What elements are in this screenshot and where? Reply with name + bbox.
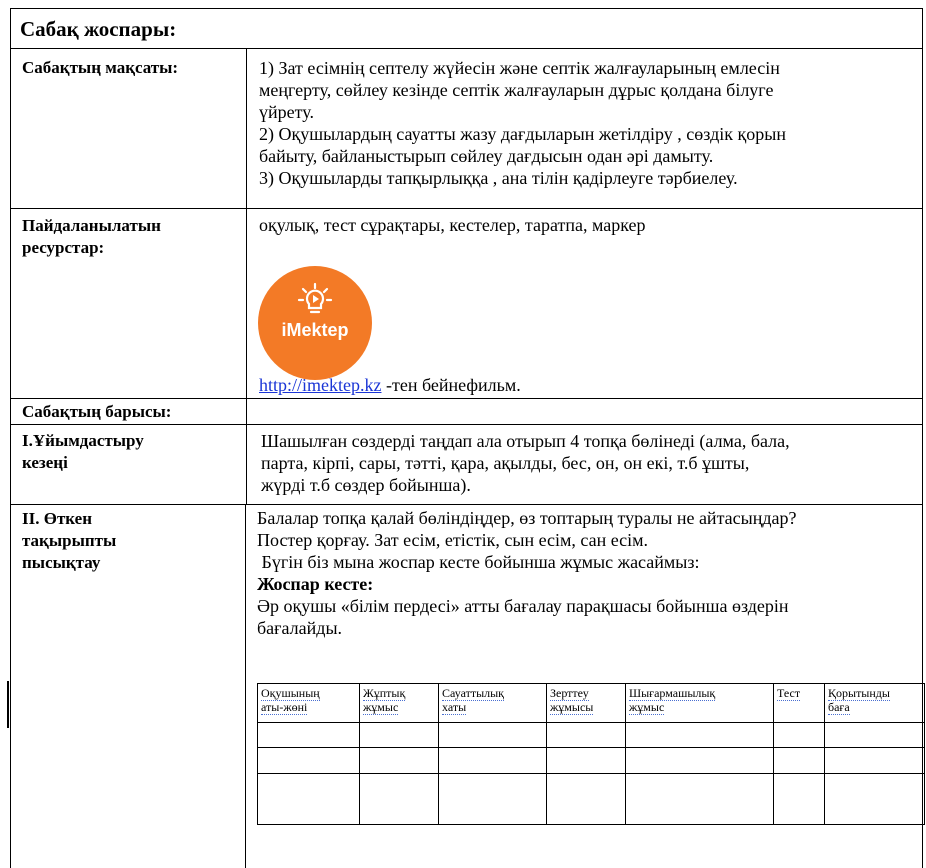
resources-text: оқулық, тест сұрақтары, кестелер, таратп… [259, 215, 646, 235]
objectives-text: 1) Зат есімнің септелу жүйесін және септ… [259, 57, 786, 189]
review-label: II. Өткен тақырыпты пысықтау [22, 509, 117, 572]
assessment-table: Оқушының аты-жөні Жұптық жұмыс Сауаттылық х… [257, 683, 925, 825]
table-cell[interactable] [773, 722, 825, 748]
page-title: Сабақ жоспары: [20, 17, 177, 41]
logo-text: iMektep [281, 320, 349, 340]
table-cell[interactable] [257, 722, 360, 748]
lightbulb-play-icon [297, 282, 333, 314]
text-line: Әр оқушы «білім пердесі» атты бағалау па… [257, 596, 789, 616]
row-divider [10, 504, 923, 505]
table-cell[interactable] [257, 747, 360, 774]
table-row [257, 747, 925, 774]
resources-label: Пайдаланылатын ресурстар: [22, 216, 161, 257]
table-row [257, 773, 925, 825]
header-cell: Сауаттылық хаты [438, 683, 547, 723]
table-cell[interactable] [824, 722, 925, 748]
table-cell[interactable] [546, 773, 626, 825]
text-line: 2) Оқушылардың сауатты жазу дағдыларын ж… [259, 124, 786, 144]
table-cell[interactable] [438, 747, 547, 774]
header-cell: Оқушының аты-жөні [257, 683, 360, 723]
text-line: меңгерту, сөйлеу кезінде септік жалғаула… [259, 80, 774, 100]
header-cell: Жұптық жұмыс [359, 683, 439, 723]
text-line: Шашылған сөздерді таңдап ала отырып 4 то… [261, 431, 790, 451]
progress-label: Сабақтың барысы: [22, 402, 172, 421]
table-cell[interactable] [773, 747, 825, 774]
table-row [257, 722, 925, 748]
text-line: 3) Оқушыларды тапқырлыққа , ана тілін қа… [259, 168, 738, 188]
header-cell: Тест [773, 683, 825, 723]
resources-link-line: http://imektep.kz -тен бейнефильм. [259, 374, 521, 396]
imektep-link[interactable]: http://imektep.kz [259, 375, 381, 395]
table-header-row: Оқушының аты-жөні Жұптық жұмыс Сауаттылық х… [257, 683, 925, 723]
column-divider [246, 48, 247, 504]
table-cell[interactable] [824, 773, 925, 825]
text-line: Балалар топқа қалай бөліндіңдер, өз топт… [257, 508, 797, 528]
header-cell: Шығармашылық жұмыс [625, 683, 774, 723]
margin-marker [7, 681, 9, 728]
text-line: жүрді т.б сөздер бойынша). [261, 475, 471, 495]
column-divider [245, 504, 246, 868]
row-divider [10, 48, 923, 49]
text-line: байыту, байланыстырып сөйлеу дағдысын од… [259, 146, 714, 166]
text-line: парта, кірпі, сары, тәтті, қара, ақылды,… [261, 453, 750, 473]
header-cell: Қорытынды баға [824, 683, 925, 723]
organization-label: I.Ұйымдастыру кезеңі [22, 431, 144, 472]
table-cell[interactable] [773, 773, 825, 825]
row-divider [10, 398, 923, 399]
table-cell[interactable] [625, 773, 774, 825]
text-line: үйрету. [259, 102, 314, 122]
table-cell[interactable] [438, 773, 547, 825]
table-cell[interactable] [359, 722, 439, 748]
organization-text: Шашылған сөздерді таңдап ала отырып 4 то… [261, 430, 790, 496]
imektep-logo: iMektep [258, 266, 372, 380]
table-cell[interactable] [359, 773, 439, 825]
table-cell[interactable] [438, 722, 547, 748]
link-suffix: -тен бейнефильм. [381, 375, 521, 395]
review-text: Балалар топқа қалай бөліндіңдер, өз топт… [257, 507, 797, 639]
table-cell[interactable] [546, 747, 626, 774]
table-cell[interactable] [546, 722, 626, 748]
table-cell[interactable] [625, 747, 774, 774]
plan-heading: Жоспар кесте: [257, 574, 374, 594]
table-cell[interactable] [257, 773, 360, 825]
table-cell[interactable] [359, 747, 439, 774]
text-line: 1) Зат есімнің септелу жүйесін және септ… [259, 58, 780, 78]
objectives-label: Сабақтың мақсаты: [22, 58, 179, 77]
table-cell[interactable] [625, 722, 774, 748]
text-line: Бүгін біз мына жоспар кесте бойынша жұмы… [257, 552, 700, 572]
row-divider [10, 208, 923, 209]
row-divider [10, 424, 923, 425]
text-line: бағалайды. [257, 618, 343, 638]
text-line: Постер қорғау. Зат есім, етістік, сын ес… [257, 530, 649, 550]
table-cell[interactable] [824, 747, 925, 774]
header-cell: Зерттеу жұмысы [546, 683, 626, 723]
